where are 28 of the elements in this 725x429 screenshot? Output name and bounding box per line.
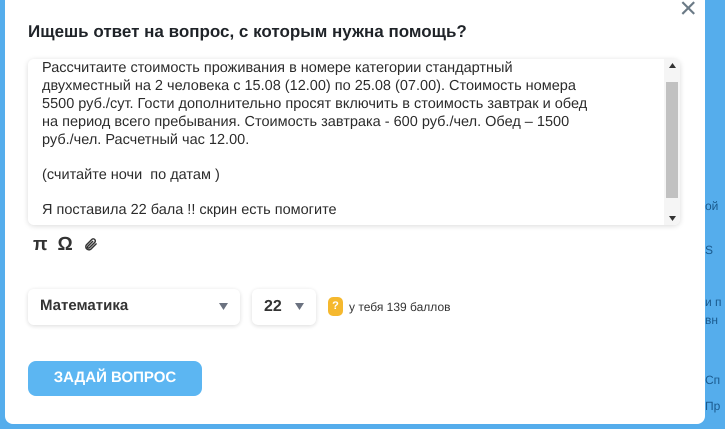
question-text-line: на период всего пребывания. Стоимость завтрака - 600 руб./чел. Обед – 1500 bbox=[42, 112, 570, 130]
coin-badge: ? bbox=[328, 297, 343, 316]
background-text: Пр bbox=[705, 398, 722, 414]
question-field[interactable] bbox=[28, 58, 680, 224]
background-text: вн bbox=[705, 312, 720, 328]
scroll-down-icon[interactable] bbox=[668, 216, 676, 220]
question-text-line: Я поставила 22 бала !! скрин есть помогите bbox=[42, 200, 338, 218]
question-text-line: двухместный на 2 человека с 15.08 (12.00) по 25.08 (07.00). Стоимость номера bbox=[42, 76, 577, 94]
points-select[interactable]: 22 bbox=[252, 288, 316, 324]
paperclip-icon[interactable] bbox=[82, 237, 98, 252]
symbol-button[interactable]: Ω bbox=[58, 235, 73, 254]
close-button[interactable]: × bbox=[679, 0, 697, 24]
points-balance: у тебя 139 баллов bbox=[349, 298, 450, 316]
subject-select[interactable]: Математика bbox=[28, 288, 240, 324]
background-text: и п bbox=[705, 294, 723, 310]
question-text-line: Рассчитаите стоимость проживания в номере категории стандартный bbox=[42, 58, 514, 76]
question-text-line: (считайте ночи по датам ) bbox=[42, 166, 221, 184]
dialog-title: Ищешь ответ на вопрос, с которым нужна помощь? bbox=[28, 21, 468, 43]
background-text: ой bbox=[705, 198, 720, 214]
background-text: S bbox=[705, 242, 714, 258]
caret-icon bbox=[219, 303, 228, 310]
caret-icon bbox=[295, 303, 304, 310]
scroll-up-icon[interactable] bbox=[668, 62, 676, 68]
question-text-line: 5500 руб./сут. Гости дополнительно просят включить в стоимость завтрак и обед bbox=[42, 94, 588, 112]
background-text: Сп bbox=[705, 372, 722, 388]
symbol-button[interactable]: π bbox=[33, 235, 48, 254]
question-text-line: руб./чел. Расчетный час 12.00. bbox=[42, 130, 250, 148]
scrollbar[interactable] bbox=[664, 58, 680, 224]
